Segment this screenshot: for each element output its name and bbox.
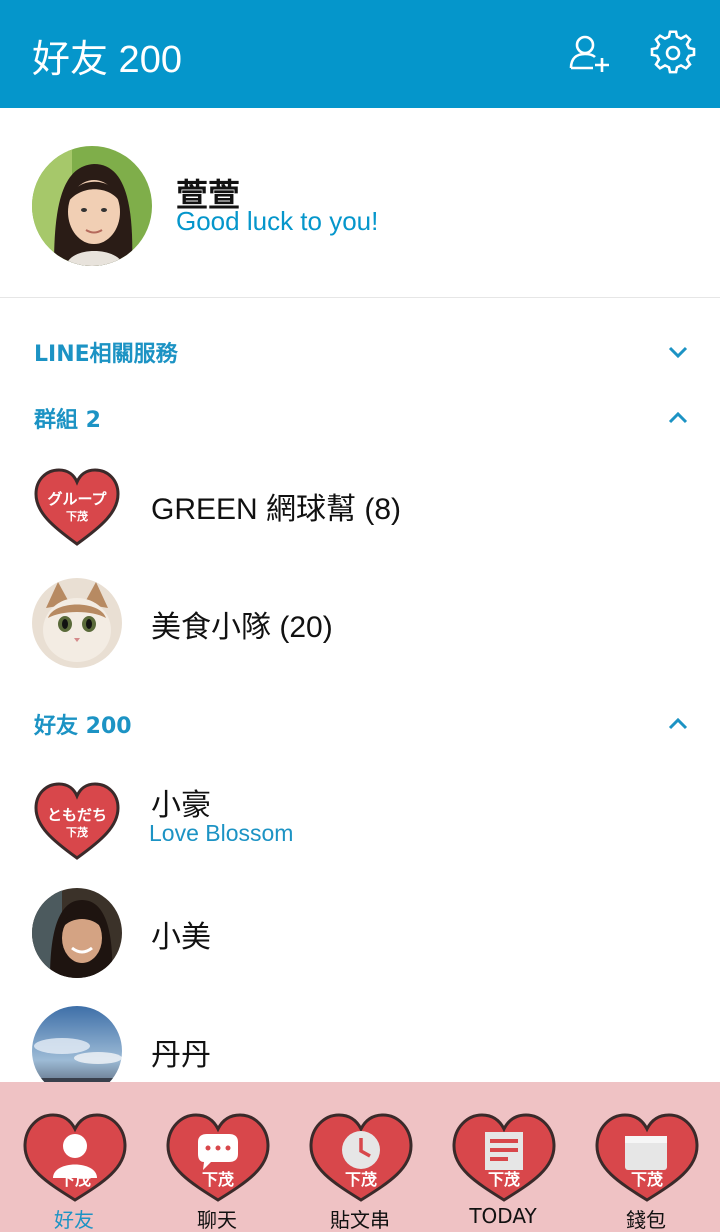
list-item[interactable]: ともだち 下茂 小豪 Love Blossom: [0, 760, 720, 870]
my-profile[interactable]: 萱萱 Good luck to you!: [0, 108, 720, 298]
friend-name: 丹丹: [151, 1039, 211, 1072]
section-friends[interactable]: 好友 200: [0, 694, 720, 754]
nav-tab-today[interactable]: 下茂 TODAY: [431, 1082, 575, 1232]
group-avatar: [32, 578, 122, 668]
friend-status-message: Love Blossom: [149, 820, 294, 846]
friend-name: 小美: [151, 921, 211, 954]
list-item[interactable]: 小美: [0, 878, 720, 988]
add-user-icon: [569, 35, 609, 72]
profile-avatar[interactable]: [32, 146, 152, 266]
nav-label: 好友: [54, 1208, 94, 1232]
list-item[interactable]: グループ 下茂 GREEN 網球幫 (8): [0, 450, 720, 560]
svg-text:下茂: 下茂: [66, 509, 88, 523]
clock-icon: 下茂: [309, 1113, 413, 1202]
nav-label: 錢包: [626, 1208, 666, 1232]
friend-avatar: [32, 888, 122, 978]
nav-tab-friends[interactable]: 下茂 好友: [2, 1082, 146, 1232]
svg-text:下茂: 下茂: [345, 1170, 377, 1189]
profile-status-message: Good luck to you!: [176, 206, 379, 236]
svg-text:グループ: グループ: [47, 490, 107, 508]
chat-bubble-icon: 下茂: [166, 1113, 270, 1202]
settings-button[interactable]: [650, 30, 696, 76]
friend-name: 小豪: [151, 789, 211, 822]
nav-tab-timeline[interactable]: 下茂 貼文串: [288, 1082, 432, 1232]
group-avatar: グループ 下茂: [32, 460, 122, 550]
app-header: 好友 200: [0, 0, 720, 108]
bottom-nav: 下茂 好友 下茂 聊天 下茂 貼文串 下茂 TODAY 下茂 錢包: [0, 1082, 720, 1232]
add-friend-button[interactable]: [566, 30, 612, 76]
nav-tab-wallet[interactable]: 下茂 錢包: [574, 1082, 718, 1232]
group-name: 美食小隊 (20): [151, 611, 333, 644]
section-groups[interactable]: 群組 2: [0, 388, 720, 448]
svg-text:下茂: 下茂: [631, 1170, 663, 1189]
friend-avatar: ともだち 下茂: [32, 774, 122, 864]
chevron-up-icon: [668, 717, 688, 730]
nav-label: 聊天: [197, 1208, 237, 1232]
list-item[interactable]: 美食小隊 (20): [0, 568, 720, 678]
section-line-services[interactable]: LINE相關服務: [0, 322, 720, 382]
nav-tab-chats[interactable]: 下茂 聊天: [145, 1082, 289, 1232]
group-name: GREEN 網球幫 (8): [151, 493, 402, 526]
svg-text:下茂: 下茂: [59, 1170, 91, 1189]
wallet-icon: 下茂: [595, 1113, 699, 1202]
section-title: 群組 2: [34, 408, 101, 433]
section-title: 好友 200: [34, 714, 132, 739]
chevron-down-icon: [668, 346, 688, 359]
page-title: 好友 200: [32, 39, 182, 81]
svg-text:ともだち: ともだち: [47, 806, 107, 824]
svg-text:下茂: 下茂: [202, 1170, 234, 1189]
news-icon: 下茂: [452, 1113, 556, 1202]
svg-text:下茂: 下茂: [488, 1170, 520, 1189]
section-title: LINE相關服務: [34, 342, 178, 367]
nav-label: TODAY: [469, 1204, 537, 1228]
svg-text:下茂: 下茂: [66, 825, 88, 839]
person-icon: 下茂: [23, 1113, 127, 1202]
gear-icon: [650, 30, 696, 74]
nav-label: 貼文串: [330, 1208, 390, 1232]
chevron-up-icon: [668, 411, 688, 424]
